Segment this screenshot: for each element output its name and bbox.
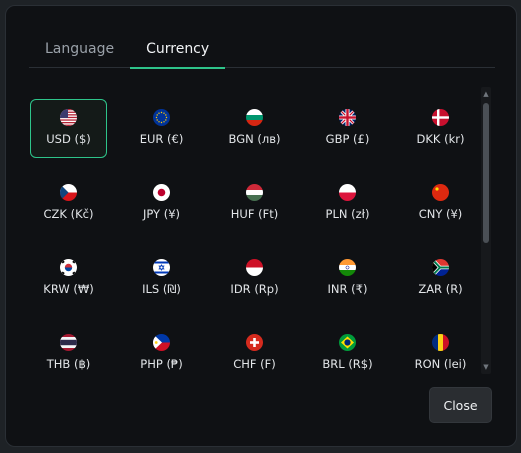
ro-flag-icon bbox=[432, 334, 449, 351]
cn-flag-icon bbox=[432, 184, 449, 201]
currency-code-label: BGN (лв) bbox=[228, 132, 281, 146]
scroll-up-arrow-icon[interactable]: ▲ bbox=[481, 89, 491, 99]
currency-option[interactable]: IDR (Rp) bbox=[216, 249, 293, 308]
currency-option[interactable]: JPY (¥) bbox=[123, 174, 200, 233]
currency-code-label: INR (₹) bbox=[327, 282, 368, 296]
tab-language[interactable]: Language bbox=[29, 31, 130, 68]
currency-option[interactable]: USD ($) bbox=[30, 99, 107, 158]
currency-code-label: BRL (R$) bbox=[322, 357, 373, 371]
currency-option[interactable]: BGN (лв) bbox=[216, 99, 293, 158]
hu-flag-icon bbox=[246, 184, 263, 201]
scrollbar[interactable]: ▲ ▼ bbox=[481, 87, 491, 374]
scrollbar-thumb[interactable] bbox=[483, 103, 489, 243]
us-flag-icon bbox=[60, 109, 77, 126]
currency-grid: USD ($) EUR (€) BGN (лв) GBP (£) DKK (kr) CZK… bbox=[29, 99, 493, 371]
currency-code-label: RON (lei) bbox=[414, 357, 467, 371]
currency-code-label: JPY (¥) bbox=[142, 207, 181, 221]
currency-option[interactable]: CHF (F) bbox=[216, 324, 293, 371]
currency-option[interactable]: BRL (R$) bbox=[309, 324, 386, 371]
currency-list[interactable]: USD ($) EUR (€) BGN (лв) GBP (£) DKK (kr) CZK… bbox=[29, 99, 493, 371]
currency-code-label: ZAR (R) bbox=[418, 282, 463, 296]
in-flag-icon bbox=[339, 259, 356, 276]
tab-bar: Language Currency bbox=[29, 31, 495, 69]
currency-option[interactable]: EUR (€) bbox=[123, 99, 200, 158]
currency-option[interactable]: KRW (₩) bbox=[30, 249, 107, 308]
cz-flag-icon bbox=[60, 184, 77, 201]
currency-code-label: DKK (kr) bbox=[416, 132, 465, 146]
ch-flag-icon bbox=[246, 334, 263, 351]
currency-code-label: ILS (₪) bbox=[142, 282, 181, 296]
ph-flag-icon bbox=[153, 334, 170, 351]
dk-flag-icon bbox=[432, 109, 449, 126]
currency-option[interactable]: PLN (zł) bbox=[309, 174, 386, 233]
currency-option[interactable]: INR (₹) bbox=[309, 249, 386, 308]
currency-option[interactable]: RON (lei) bbox=[402, 324, 479, 371]
currency-code-label: KRW (₩) bbox=[43, 282, 94, 296]
currency-option[interactable]: GBP (£) bbox=[309, 99, 386, 158]
jp-flag-icon bbox=[153, 184, 170, 201]
scroll-down-arrow-icon[interactable]: ▼ bbox=[481, 362, 491, 372]
currency-code-label: CZK (Kč) bbox=[43, 207, 94, 221]
bg-flag-icon bbox=[246, 109, 263, 126]
currency-code-label: PHP (₱) bbox=[140, 357, 183, 371]
currency-code-label: CNY (¥) bbox=[418, 207, 463, 221]
currency-code-label: EUR (€) bbox=[139, 132, 184, 146]
il-flag-icon bbox=[153, 259, 170, 276]
currency-option[interactable]: DKK (kr) bbox=[402, 99, 479, 158]
currency-code-label: IDR (Rp) bbox=[230, 282, 279, 296]
currency-code-label: PLN (zł) bbox=[325, 207, 370, 221]
currency-option[interactable]: ZAR (R) bbox=[402, 249, 479, 308]
currency-code-label: HUF (Ft) bbox=[230, 207, 279, 221]
currency-option[interactable]: CNY (¥) bbox=[402, 174, 479, 233]
currency-code-label: CHF (F) bbox=[233, 357, 276, 371]
currency-code-label: GBP (£) bbox=[325, 132, 370, 146]
settings-dialog: Language Currency USD ($) EUR (€) BGN (лв)… bbox=[5, 5, 517, 447]
gb-flag-icon bbox=[339, 109, 356, 126]
currency-option[interactable]: PHP (₱) bbox=[123, 324, 200, 371]
za-flag-icon bbox=[432, 259, 449, 276]
currency-code-label: THB (฿) bbox=[46, 357, 91, 371]
eu-flag-icon bbox=[153, 109, 170, 126]
id-flag-icon bbox=[246, 259, 263, 276]
kr-flag-icon bbox=[60, 259, 77, 276]
currency-option[interactable]: HUF (Ft) bbox=[216, 174, 293, 233]
tab-currency[interactable]: Currency bbox=[130, 31, 226, 69]
br-flag-icon bbox=[339, 334, 356, 351]
currency-code-label: USD ($) bbox=[46, 132, 91, 146]
currency-option[interactable]: ILS (₪) bbox=[123, 249, 200, 308]
currency-option[interactable]: THB (฿) bbox=[30, 324, 107, 371]
pl-flag-icon bbox=[339, 184, 356, 201]
close-button[interactable]: Close bbox=[429, 387, 492, 423]
currency-option[interactable]: CZK (Kč) bbox=[30, 174, 107, 233]
th-flag-icon bbox=[60, 334, 77, 351]
